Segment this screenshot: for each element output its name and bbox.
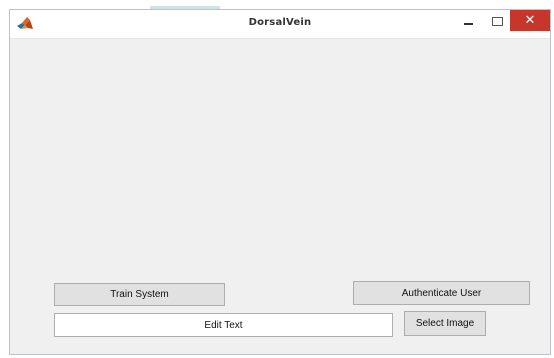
authenticate-user-button[interactable]: Authenticate User: [353, 281, 530, 305]
minimize-icon: [463, 22, 473, 25]
train-system-button[interactable]: Train System: [54, 283, 225, 306]
edit-text-field[interactable]: [54, 313, 393, 337]
title-bar[interactable]: DorsalVein ✕: [10, 10, 550, 39]
close-icon: ✕: [524, 13, 536, 28]
maximize-button[interactable]: [484, 10, 510, 31]
maximize-icon: [491, 17, 503, 26]
select-image-button[interactable]: Select Image: [404, 311, 486, 336]
minimize-button[interactable]: [455, 10, 481, 31]
close-button[interactable]: ✕: [510, 10, 550, 31]
